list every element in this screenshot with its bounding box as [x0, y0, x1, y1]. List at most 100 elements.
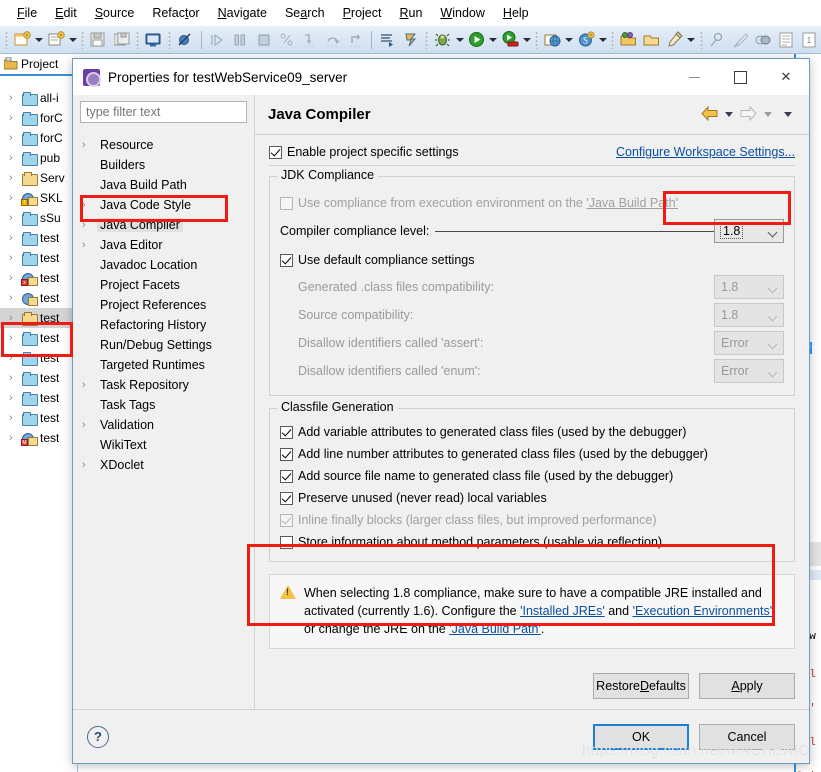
chevron-right-icon[interactable]: ›: [9, 352, 19, 364]
toolbar-grip[interactable]: [5, 30, 8, 49]
menu-file[interactable]: FFileile: [8, 4, 46, 22]
settings-tree-item-task-repository[interactable]: › Task Repository: [80, 375, 247, 395]
minimize-icon[interactable]: [671, 59, 717, 95]
save-all-icon[interactable]: [111, 29, 132, 51]
chevron-right-icon[interactable]: ›: [9, 212, 19, 224]
settings-tree-item-java-build-path[interactable]: Java Build Path: [80, 175, 247, 195]
classfile-option-row[interactable]: Add line number attributes to generated …: [280, 443, 784, 465]
run-icon[interactable]: [466, 29, 487, 51]
run-server-icon[interactable]: [499, 29, 520, 51]
project-tree-item[interactable]: › test: [0, 348, 77, 368]
settings-tree-item-targeted-runtimes[interactable]: Targeted Runtimes: [80, 355, 247, 375]
settings-tree-item-java-editor[interactable]: › Java Editor: [80, 235, 247, 255]
menu-search[interactable]: Search: [276, 4, 334, 22]
classfile-option-checkbox[interactable]: [280, 491, 293, 505]
classfile-option-row[interactable]: Add variable attributes to generated cla…: [280, 421, 784, 443]
settings-tree-item-java-code-style[interactable]: › Java Code Style: [80, 195, 247, 215]
project-tree-item[interactable]: › test: [0, 408, 77, 428]
classfile-option-row[interactable]: Store information about method parameter…: [280, 531, 784, 553]
settings-tree[interactable]: › Resource Builders Java Build Path › Java Co…: [80, 135, 247, 475]
new-dropdown-icon[interactable]: [34, 29, 45, 51]
new-spring-dropdown-icon[interactable]: [598, 29, 609, 51]
toolbar-grip-5[interactable]: [425, 30, 429, 49]
forward-arrow-icon[interactable]: [740, 105, 757, 124]
toolbar-grip-2[interactable]: [81, 30, 84, 49]
debug-dropdown-icon[interactable]: [454, 29, 465, 51]
toolbar-grip-6[interactable]: [535, 30, 538, 49]
back-dropdown-icon[interactable]: [725, 112, 733, 117]
toolbar-grip-7[interactable]: [611, 30, 614, 49]
suspend-icon[interactable]: [230, 29, 251, 51]
toggle-breakpoints-icon[interactable]: [175, 29, 196, 51]
settings-tree-item-xdoclet[interactable]: › XDoclet: [80, 455, 247, 475]
new-web-project-dropdown-icon[interactable]: [564, 29, 575, 51]
menu-edit[interactable]: Edit: [46, 4, 86, 22]
run-server-dropdown-icon[interactable]: [522, 29, 533, 51]
edit-dropdown-icon[interactable]: [686, 29, 697, 51]
menu-source[interactable]: Source: [86, 4, 144, 22]
project-tree-item[interactable]: › test: [0, 248, 77, 268]
new-item-icon[interactable]: [45, 29, 66, 51]
chevron-right-icon[interactable]: ›: [9, 332, 19, 344]
next-annotation-icon[interactable]: [377, 29, 398, 51]
new-web-project-icon[interactable]: [542, 29, 563, 51]
step-return-icon[interactable]: [345, 29, 366, 51]
settings-tree-item-refactoring-history[interactable]: Refactoring History: [80, 315, 247, 335]
toolbar-grip-3[interactable]: [136, 30, 139, 49]
apply-button[interactable]: Apply: [699, 673, 795, 699]
menu-navigate[interactable]: Navigate: [209, 4, 276, 22]
project-explorer-panel[interactable]: › all-i › forC › forC › pub › Serv ›! SKL › sSu › test ›…: [0, 76, 78, 772]
chevron-right-icon[interactable]: ›: [9, 152, 19, 164]
chevron-right-icon[interactable]: ›: [82, 199, 97, 211]
step-over-icon[interactable]: [322, 29, 343, 51]
chevron-right-icon[interactable]: ›: [82, 459, 97, 471]
previous-annotation-icon[interactable]: [400, 29, 421, 51]
enable-project-specific-row[interactable]: Enable project specific settings Configu…: [269, 145, 795, 159]
save-icon[interactable]: [88, 29, 109, 51]
chevron-right-icon[interactable]: ›: [9, 172, 19, 184]
chevron-right-icon[interactable]: ›: [9, 232, 19, 244]
chevron-right-icon[interactable]: ›: [9, 292, 19, 304]
forward-dropdown-icon[interactable]: [764, 112, 772, 117]
project-tree-item[interactable]: › test: [0, 308, 77, 328]
open-resource-icon[interactable]: [641, 29, 662, 51]
edit-icon[interactable]: [664, 29, 685, 51]
project-tree-item[interactable]: › test: [0, 288, 77, 308]
number-icon[interactable]: 1: [799, 29, 820, 51]
settings-tree-item-task-tags[interactable]: Task Tags: [80, 395, 247, 415]
classfile-option-checkbox[interactable]: [280, 425, 293, 439]
pin-icon[interactable]: [707, 29, 728, 51]
mask-icon[interactable]: [753, 29, 774, 51]
list-icon[interactable]: [776, 29, 797, 51]
project-tree-item[interactable]: › Serv: [0, 168, 77, 188]
project-tree-item[interactable]: ›! SKL: [0, 188, 77, 208]
settings-tree-item-run-debug-settings[interactable]: Run/Debug Settings: [80, 335, 247, 355]
chevron-right-icon[interactable]: ›: [9, 272, 19, 284]
project-tree-item[interactable]: › pub: [0, 148, 77, 168]
settings-tree-item-resource[interactable]: › Resource: [80, 135, 247, 155]
settings-tree-item-java-compiler[interactable]: › Java Compiler: [80, 215, 247, 235]
restore-defaults-button[interactable]: Restore Defaults: [593, 673, 689, 699]
settings-tree-item-builders[interactable]: Builders: [80, 155, 247, 175]
view-menu-icon[interactable]: [784, 112, 792, 117]
classfile-option-checkbox[interactable]: [280, 535, 293, 549]
project-tree-item[interactable]: › test: [0, 328, 77, 348]
terminate-icon[interactable]: [253, 29, 274, 51]
installed-jres-link[interactable]: 'Installed JREs': [520, 604, 605, 618]
filter-input[interactable]: [80, 101, 247, 123]
resume-icon[interactable]: [207, 29, 228, 51]
run-dropdown-icon[interactable]: [488, 29, 499, 51]
classfile-option-checkbox[interactable]: [280, 469, 293, 483]
new-spring-icon[interactable]: S: [576, 29, 597, 51]
execution-environments-link[interactable]: 'Execution Environments': [633, 604, 773, 618]
open-type-icon[interactable]: [618, 29, 639, 51]
settings-tree-item-validation[interactable]: › Validation: [80, 415, 247, 435]
project-tree-item[interactable]: › all-i: [0, 88, 77, 108]
menu-run[interactable]: Run: [390, 4, 431, 22]
project-tree-item[interactable]: › test: [0, 228, 77, 248]
classfile-option-row[interactable]: Add source file name to generated class …: [280, 465, 784, 487]
configure-workspace-settings-link[interactable]: Configure Workspace Settings...: [616, 145, 795, 159]
chevron-right-icon[interactable]: ›: [82, 419, 97, 431]
chevron-right-icon[interactable]: ›: [82, 239, 97, 251]
open-console-icon[interactable]: [143, 29, 164, 51]
